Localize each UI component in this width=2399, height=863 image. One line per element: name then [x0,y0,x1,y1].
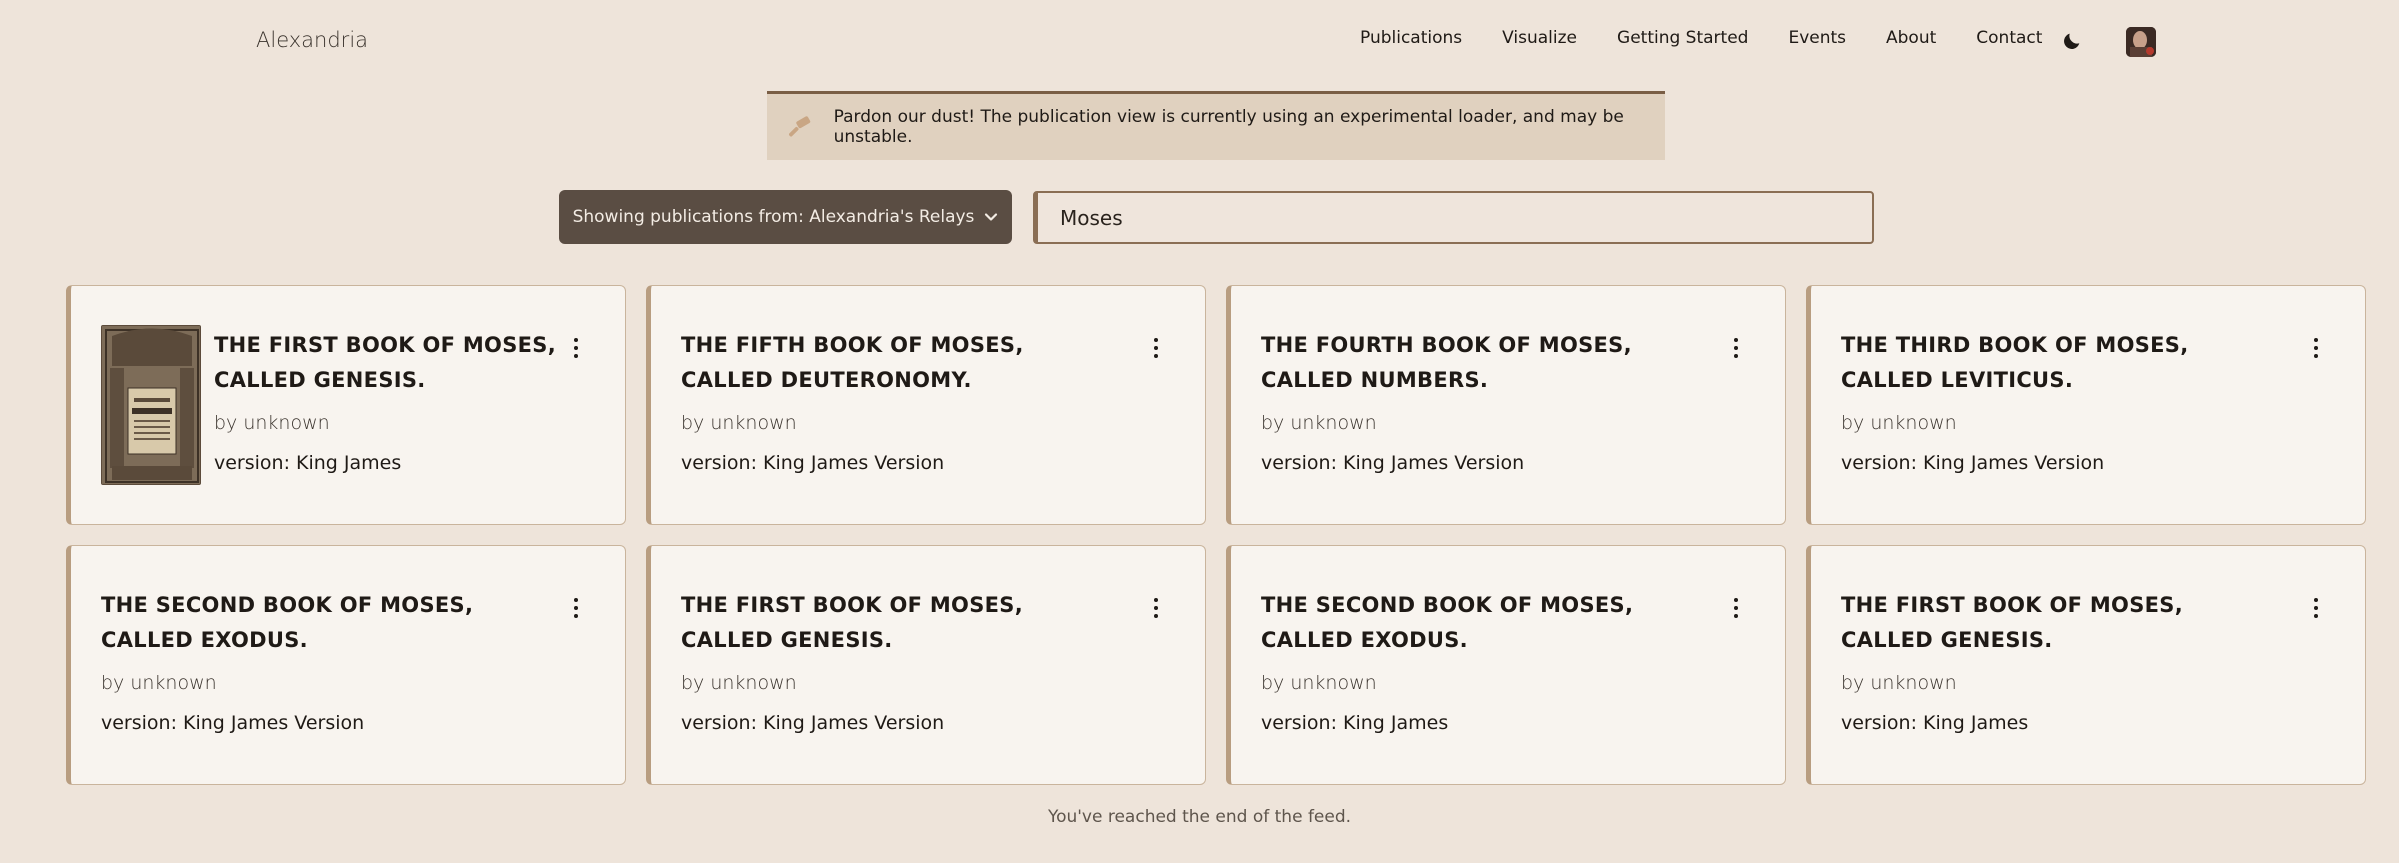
card-version: version: King James Version [681,712,945,734]
more-options-icon[interactable] [1146,334,1166,362]
card-version: version: King James Version [681,452,945,474]
card-version: version: King James [1841,712,2029,734]
publication-card[interactable]: THE SECOND BOOK OF MOSES, CALLED EXODUS.… [66,545,626,785]
more-options-icon[interactable] [2306,334,2326,362]
publication-card[interactable]: THE FIRST BOOK OF MOSES, CALLED GENESIS.… [1806,545,2366,785]
book-cover-image [101,325,201,485]
card-author: by unknown [1841,412,1957,434]
dark-mode-toggle-icon[interactable] [2061,30,2083,52]
experimental-banner: Pardon our dust! The publication view is… [767,91,1665,160]
card-version: version: King James Version [1261,452,1525,474]
card-version: version: King James Version [101,712,365,734]
card-title[interactable]: THE SECOND BOOK OF MOSES, CALLED EXODUS. [1261,588,1651,658]
more-options-icon[interactable] [2306,594,2326,622]
publication-card[interactable]: THE FIRST BOOK OF MOSES, CALLED GENESIS.… [646,545,1206,785]
nav-events[interactable]: Events [1788,28,1846,48]
card-version: version: King James Version [1841,452,2105,474]
relay-source-label: Showing publications from: Alexandria's … [572,207,975,227]
card-author: by unknown [101,672,217,694]
publication-card[interactable]: THE FIFTH BOOK OF MOSES, CALLED DEUTERON… [646,285,1206,525]
more-options-icon[interactable] [1146,594,1166,622]
card-author: by unknown [681,412,797,434]
card-author: by unknown [1841,672,1957,694]
user-avatar[interactable] [2126,27,2156,57]
card-title[interactable]: THE THIRD BOOK OF MOSES, CALLED LEVITICU… [1841,328,2231,398]
card-title[interactable]: THE FIRST BOOK OF MOSES, CALLED GENESIS. [214,328,604,398]
card-author: by unknown [1261,672,1377,694]
card-title[interactable]: THE FIFTH BOOK OF MOSES, CALLED DEUTERON… [681,328,1071,398]
card-title[interactable]: THE FOURTH BOOK OF MOSES, CALLED NUMBERS… [1261,328,1651,398]
search-input[interactable] [1033,191,1874,244]
hammer-icon [789,116,811,137]
brand-logo[interactable]: Alexandria [256,28,368,52]
more-options-icon[interactable] [1726,594,1746,622]
end-of-feed-message: You've reached the end of the feed. [1047,807,1352,827]
publication-card[interactable]: THE FIRST BOOK OF MOSES, CALLED GENESIS.… [66,285,626,525]
card-title[interactable]: THE SECOND BOOK OF MOSES, CALLED EXODUS. [101,588,491,658]
card-version: version: King James [214,452,402,474]
banner-message: Pardon our dust! The publication view is… [833,107,1624,147]
card-author: by unknown [681,672,797,694]
more-options-icon[interactable] [566,334,586,362]
nav-getting-started[interactable]: Getting Started [1617,28,1748,48]
card-title[interactable]: THE FIRST BOOK OF MOSES, CALLED GENESIS. [1841,588,2231,658]
card-title[interactable]: THE FIRST BOOK OF MOSES, CALLED GENESIS. [681,588,1071,658]
more-options-icon[interactable] [566,594,586,622]
nav-contact[interactable]: Contact [1976,28,2042,48]
nav-visualize[interactable]: Visualize [1502,28,1577,48]
chevron-down-icon [985,213,998,221]
publication-card[interactable]: THE SECOND BOOK OF MOSES, CALLED EXODUS.… [1226,545,1786,785]
card-author: by unknown [214,412,330,434]
publication-card[interactable]: THE THIRD BOOK OF MOSES, CALLED LEVITICU… [1806,285,2366,525]
relay-source-dropdown[interactable]: Showing publications from: Alexandria's … [559,190,1012,244]
nav-about[interactable]: About [1886,28,1936,48]
nav-publications[interactable]: Publications [1360,28,1462,48]
page: Alexandria Publications Visualize Gettin… [0,0,2399,863]
card-version: version: King James [1261,712,1449,734]
card-author: by unknown [1261,412,1377,434]
more-options-icon[interactable] [1726,334,1746,362]
publication-card[interactable]: THE FOURTH BOOK OF MOSES, CALLED NUMBERS… [1226,285,1786,525]
main-nav: Publications Visualize Getting Started E… [1360,28,2082,48]
